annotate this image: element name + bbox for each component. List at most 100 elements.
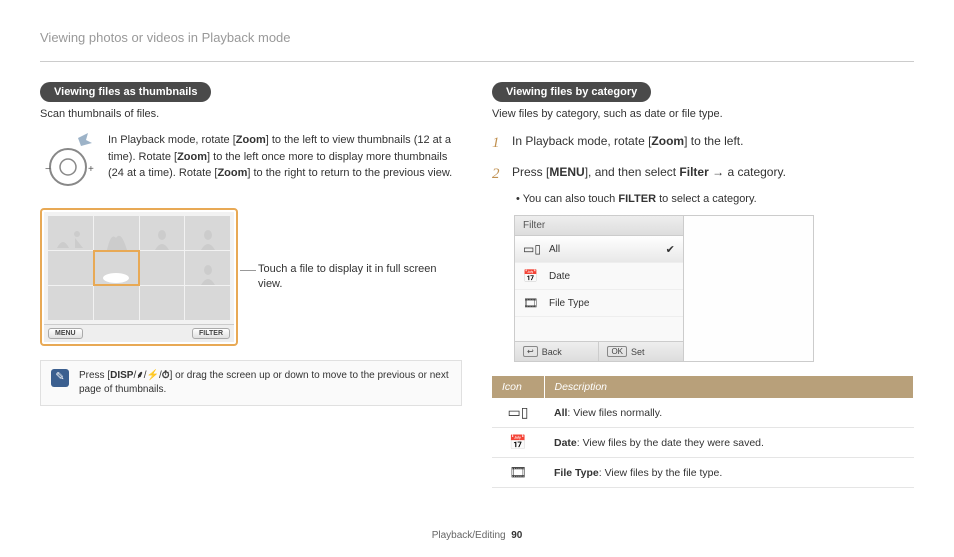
thumb-cell <box>185 216 230 250</box>
left-column: Viewing files as thumbnails Scan thumbna… <box>40 82 462 488</box>
instr-z3: Zoom <box>217 167 247 179</box>
section-pill-thumbnails: Viewing files as thumbnails <box>40 82 211 102</box>
thumb-cell <box>94 216 139 250</box>
sb-post: to select a category. <box>656 193 757 205</box>
filter-panel-footer: ↩ Back OKSet <box>515 341 683 361</box>
back-icon: ↩ <box>523 346 538 357</box>
grid-caption: Touch a file to display it in full scree… <box>258 262 438 293</box>
desc-bold-1: Date <box>554 437 577 449</box>
thumbnail-example-row: MENU FILTER Touch a file to display it i… <box>40 208 462 346</box>
thumb-cell-selected <box>94 251 139 285</box>
note-pre: Press [ <box>79 370 110 381</box>
s2f: Filter <box>679 165 708 179</box>
ok-set-button: OKSet <box>599 342 682 361</box>
footer-section: Playback/Editing <box>432 530 506 541</box>
filter-panel-left: Filter ▭▯ All ✔ 📅 Date 🎞 File Type ↩ Back <box>515 216 684 361</box>
breadcrumb-title: Viewing photos or videos in Playback mod… <box>40 30 914 45</box>
sb-pre: You can also touch <box>523 193 619 205</box>
divider <box>40 61 914 62</box>
thumb-cell <box>140 216 185 250</box>
back-label: Back <box>542 347 562 357</box>
svg-text:−: − <box>45 164 51 175</box>
zoom-instruction-text: In Playback mode, rotate [Zoom] to the l… <box>108 132 462 182</box>
filter-label-all: All <box>549 244 658 255</box>
step-2-sub-bullet: You can also touch FILTER to select a ca… <box>516 193 914 205</box>
s1a: In Playback mode, rotate [ <box>512 134 651 148</box>
zoom-instruction: − + In Playback mode, rotate [Zoom] to t… <box>40 132 462 192</box>
instr-z1: Zoom <box>236 134 266 146</box>
step-2: 2 Press [MENU], and then select Filter →… <box>492 163 914 186</box>
menu-button: MENU <box>48 328 83 339</box>
instr-z2: Zoom <box>177 151 207 163</box>
filter-item-all: ▭▯ All ✔ <box>515 236 683 263</box>
content-columns: Viewing files as thumbnails Scan thumbna… <box>40 82 914 488</box>
note-box: ✎ Press [DISP/⸙/⚡/⏱] or drag the screen … <box>40 360 462 406</box>
filter-item-date: 📅 Date <box>515 263 683 290</box>
thumb-cell <box>185 251 230 285</box>
filter-item-filetype: 🎞 File Type <box>515 290 683 317</box>
desc-rest-1: : View files by the date they were saved… <box>577 437 764 449</box>
note-icon: ✎ <box>51 369 69 387</box>
instr-p1: In Playback mode, rotate [ <box>108 134 236 146</box>
header-icon: Icon <box>492 376 544 398</box>
page-footer: Playback/Editing 90 <box>0 530 954 541</box>
check-icon: ✔ <box>666 243 675 256</box>
filter-panel-header: Filter <box>515 216 683 236</box>
table-row: 🎞 File Type: View files by the file type… <box>492 458 914 488</box>
step-number-2: 2 <box>492 163 504 186</box>
s2c: a category. <box>727 165 785 179</box>
filter-label-date: Date <box>549 271 675 282</box>
s1b: ] to the left. <box>684 134 743 148</box>
back-button: ↩ Back <box>515 342 599 361</box>
header-description: Description <box>544 376 914 398</box>
filter-panel: Filter ▭▯ All ✔ 📅 Date 🎞 File Type ↩ Back <box>514 215 814 362</box>
section-pill-category: Viewing files by category <box>492 82 651 102</box>
icon-cell-filetype: 🎞 <box>492 458 544 488</box>
film-icon: 🎞 <box>523 296 541 310</box>
thumb-cell <box>48 286 93 320</box>
footer-page: 90 <box>511 530 522 541</box>
note-post: ] or drag the screen up or down to move … <box>79 370 449 395</box>
table-row: 📅 Date: View files by the date they were… <box>492 428 914 458</box>
s2a: Press [ <box>512 165 549 179</box>
table-row: ▭▯ All: View files normally. <box>492 398 914 428</box>
desc-cell-all: All: View files normally. <box>544 398 914 428</box>
svg-text:+: + <box>88 164 94 175</box>
desc-cell-filetype: File Type: View files by the file type. <box>544 458 914 488</box>
desc-rest-0: : View files normally. <box>567 407 662 419</box>
thumb-cell <box>48 216 93 250</box>
thumbnail-grid-footer: MENU FILTER <box>44 324 234 342</box>
left-subtext: Scan thumbnails of files. <box>40 108 462 120</box>
sb-bold: FILTER <box>618 193 656 205</box>
step-1: 1 In Playback mode, rotate [Zoom] to the… <box>492 132 914 155</box>
desc-rest-2: : View files by the file type. <box>599 467 723 479</box>
filter-panel-right <box>684 216 813 361</box>
instr-p4: ] to the right to return to the previous… <box>247 167 452 179</box>
table-header-row: Icon Description <box>492 376 914 398</box>
calendar-icon: 📅 <box>523 269 541 283</box>
thumb-cell <box>94 286 139 320</box>
desc-bold-2: File Type <box>554 467 599 479</box>
desc-cell-date: Date: View files by the date they were s… <box>544 428 914 458</box>
icon-cell-all: ▭▯ <box>492 398 544 428</box>
desc-bold-0: All <box>554 407 567 419</box>
step-number-1: 1 <box>492 132 504 155</box>
macro-icon: ⸙ <box>136 370 144 381</box>
s1z: Zoom <box>651 134 684 148</box>
right-column: Viewing files by category View files by … <box>492 82 914 488</box>
s2b: ], and then select <box>585 165 680 179</box>
flash-icon: ⚡ <box>147 370 159 381</box>
right-subtext: View files by category, such as date or … <box>492 108 914 120</box>
thumbnail-grid-frame: MENU FILTER <box>40 208 238 346</box>
icon-description-table: Icon Description ▭▯ All: View files norm… <box>492 376 914 488</box>
thumb-cell <box>140 286 185 320</box>
thumbnail-grid: MENU FILTER <box>44 212 234 342</box>
note-disp: DISP <box>110 370 133 381</box>
filter-button: FILTER <box>192 328 230 339</box>
thumb-cell <box>48 251 93 285</box>
zoom-dial-icon: − + <box>40 132 96 192</box>
ok-label: OK <box>607 346 627 357</box>
note-text: Press [DISP/⸙/⚡/⏱] or drag the screen up… <box>79 369 451 397</box>
s2m: MENU <box>549 165 584 179</box>
filter-label-filetype: File Type <box>549 298 675 309</box>
